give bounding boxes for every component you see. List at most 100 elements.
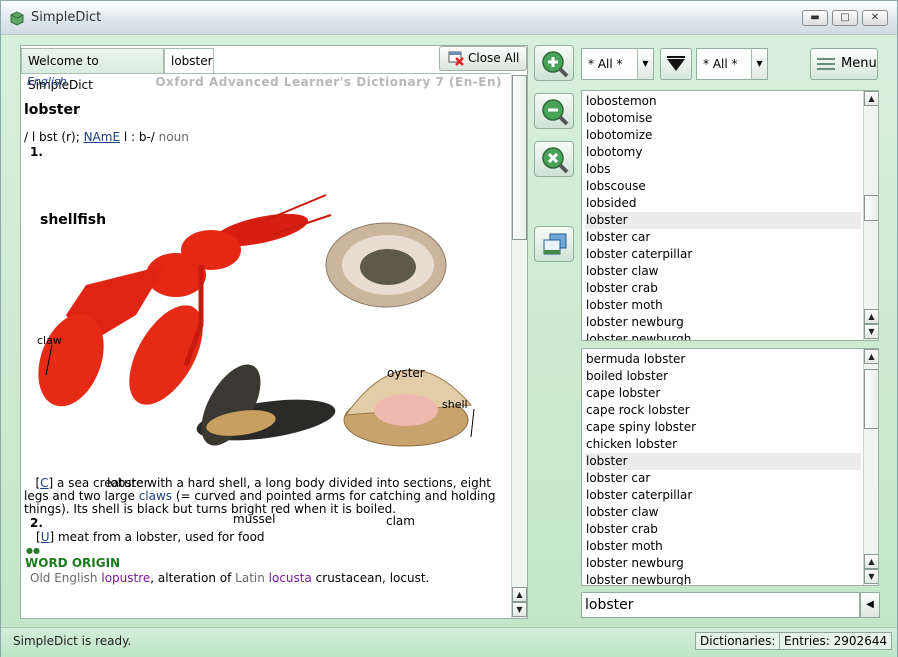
entry-scroll-up[interactable]: ▲ [512, 587, 527, 602]
related-list-scroll-thumb[interactable] [864, 369, 878, 429]
entry-scroll-thumb[interactable] [512, 75, 527, 240]
title-bar: SimpleDict ▬ □ ✕ [1, 1, 897, 35]
related-list-scrollbar[interactable]: ▲ ▲ ▼ [863, 349, 878, 585]
app-window: SimpleDict ▬ □ ✕ Welcome to SimpleDict l… [0, 0, 898, 657]
entry-scrollbar[interactable]: ▲ ▼ [511, 75, 527, 618]
word-list-item[interactable]: lobster caterpillar [585, 246, 861, 263]
dictionary-filter-arrow[interactable]: ▼ [637, 49, 653, 79]
language-filter-value: * All * [703, 57, 738, 71]
word-list-item[interactable]: lobster moth [585, 297, 861, 314]
maximize-button[interactable]: □ [832, 10, 858, 26]
related-list-scroll-down[interactable]: ▼ [864, 569, 878, 584]
related-list-item[interactable]: boiled lobster [585, 368, 861, 385]
zoom-out-icon [542, 99, 569, 126]
clear-icon [542, 147, 569, 174]
origin-bullets: ●● [26, 546, 40, 555]
dropdown-button[interactable] [660, 48, 692, 80]
word-list-scrollbar[interactable]: ▲ ▲ ▼ [863, 91, 878, 340]
related-list-item[interactable]: bermuda lobster [585, 351, 861, 368]
shellfish-illustration: shellfish claw lobster oyster mussel she… [26, 175, 496, 528]
sense-2-text: meat from a lobster, used for food [54, 530, 265, 544]
sense-number-1: 1. [30, 145, 43, 159]
related-list-item[interactable]: cape lobster [585, 385, 861, 402]
origin-word-2[interactable]: locusta [269, 571, 312, 585]
related-list[interactable]: bermuda lobster boiled lobster cape lobste… [581, 348, 879, 586]
dictionary-name: Oxford Advanced Learner's Dictionary 7 (… [155, 75, 502, 89]
word-list-item[interactable]: lobster car [585, 229, 861, 246]
word-list-item[interactable]: lobster newburgh [585, 331, 861, 340]
status-text: SimpleDict is ready. [13, 634, 132, 648]
related-list-item[interactable]: lobster claw [585, 504, 861, 521]
origin-lang-1: Old English [30, 571, 102, 585]
related-list-item[interactable]: chicken lobster [585, 436, 861, 453]
zoom-out-button[interactable] [534, 93, 574, 129]
related-list-item[interactable]: cape spiny lobster [585, 419, 861, 436]
status-bar: SimpleDict is ready. Dictionaries: 3 Ent… [1, 627, 897, 657]
oyster-image [325, 222, 447, 308]
word-list-item[interactable]: lobster newburg [585, 314, 861, 331]
word-list-item[interactable]: lobsided [585, 195, 861, 212]
label-shell: shell [442, 398, 468, 411]
entry-scroll-down[interactable]: ▼ [512, 602, 527, 617]
close-all-icon [448, 51, 464, 66]
grammar-code-u[interactable]: U [41, 530, 50, 544]
search-go-button[interactable]: ◀ [860, 592, 880, 618]
tab-lobster[interactable]: lobster [164, 48, 214, 74]
related-list-item[interactable]: lobster moth [585, 538, 861, 555]
word-list-scroll-up-2[interactable]: ▲ [864, 309, 878, 324]
word-list-item[interactable]: lobostemon [585, 93, 861, 110]
label-oyster: oyster [387, 366, 425, 380]
origin-lang-2: Latin [235, 571, 269, 585]
tab-welcome[interactable]: Welcome to SimpleDict [21, 48, 164, 92]
word-list-scroll-down[interactable]: ▼ [864, 324, 878, 339]
window-icon [543, 233, 567, 255]
related-list-item[interactable]: lobster car [585, 470, 861, 487]
related-list-item[interactable]: cape rock lobster [585, 402, 861, 419]
dictionary-filter[interactable]: * All * ▼ [581, 48, 654, 80]
language-filter[interactable]: * All * ▼ [696, 48, 768, 80]
pronunciation: / l bst (r); NAmE l : b-/ noun [24, 130, 189, 144]
pron-name-link[interactable]: NAmE [84, 130, 120, 144]
sense-number-2: 2. [30, 516, 43, 530]
word-list-item[interactable]: lobs [585, 161, 861, 178]
keyword-claws[interactable]: claws [139, 489, 172, 503]
close-button[interactable]: ✕ [862, 10, 888, 26]
word-list-scroll-thumb[interactable] [864, 195, 878, 221]
word-list-item[interactable]: lobotomize [585, 127, 861, 144]
related-list-item[interactable]: lobster [585, 453, 861, 470]
word-list-item[interactable]: lobotomy [585, 144, 861, 161]
illustration-title: shellfish [40, 212, 107, 228]
word-list-item[interactable]: lobotomise [585, 110, 861, 127]
language-filter-arrow[interactable]: ▼ [751, 49, 767, 79]
word-list-item[interactable]: lobscouse [585, 178, 861, 195]
origin-word-1[interactable]: lopustre [101, 571, 150, 585]
word-list-item[interactable]: lobster crab [585, 280, 861, 297]
word-origin-title: WORD ORIGIN [25, 556, 121, 570]
menu-button[interactable]: Menu [810, 48, 878, 80]
zoom-in-icon [542, 51, 569, 78]
origin-mid: , alteration of [150, 571, 236, 585]
mussel-image [196, 364, 336, 446]
related-list-item[interactable]: lobster caterpillar [585, 487, 861, 504]
word-list-item[interactable]: lobster [585, 212, 861, 229]
related-list-scroll-up-2[interactable]: ▲ [864, 554, 878, 569]
related-list-item[interactable]: lobster newburg [585, 555, 861, 572]
window-title: SimpleDict [31, 10, 102, 25]
word-list-item[interactable]: lobster claw [585, 263, 861, 280]
related-list-scroll-up[interactable]: ▲ [864, 349, 878, 364]
word-list[interactable]: lobostemon lobotomise lobotomize lobotomy lo… [581, 90, 879, 341]
pron-prefix: / l bst (r); [24, 130, 84, 144]
clear-button[interactable] [534, 141, 574, 177]
close-all-label: Close All [468, 51, 520, 65]
word-list-scroll-up[interactable]: ▲ [864, 91, 878, 106]
entry-panel: Welcome to SimpleDict lobster Close All … [20, 45, 528, 619]
related-list-item[interactable]: lobster crab [585, 521, 861, 538]
search-input[interactable]: lobster [581, 592, 860, 618]
new-window-button[interactable] [534, 226, 574, 262]
zoom-in-button[interactable] [534, 45, 574, 81]
close-all-button[interactable]: Close All [439, 46, 527, 71]
related-list-item[interactable]: lobster newburgh [585, 572, 861, 585]
grammar-code-c[interactable]: C [40, 476, 48, 490]
entry-content: English Oxford Advanced Learner's Dictio… [22, 75, 510, 618]
minimize-button[interactable]: ▬ [802, 10, 828, 26]
